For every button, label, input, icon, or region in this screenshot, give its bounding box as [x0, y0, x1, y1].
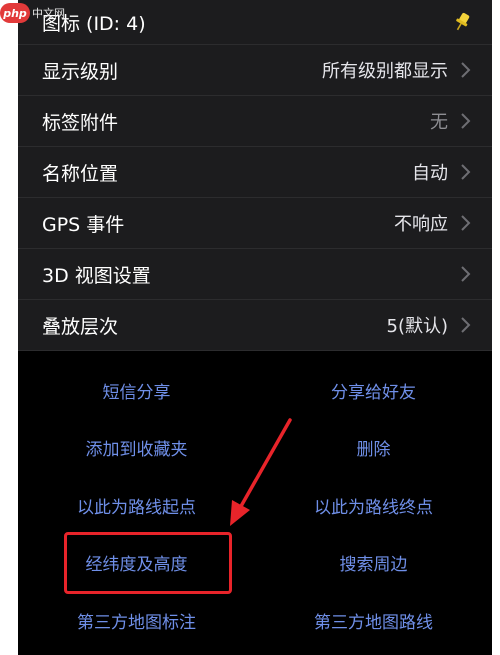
row-value: 自动 — [412, 163, 448, 184]
set-route-start-button[interactable]: 以此为路线起点 — [18, 493, 255, 518]
row-label: GPS 事件 — [42, 213, 125, 236]
search-nearby-button[interactable]: 搜索周边 — [255, 550, 492, 575]
settings-list: 图标 (ID: 4) 显示级别 所有级别都显示 标签附件 无 名称位置 自动 G… — [18, 0, 492, 351]
chevron-right-icon — [458, 265, 472, 283]
chevron-right-icon — [458, 316, 472, 334]
row-name-position[interactable]: 名称位置 自动 — [18, 147, 492, 198]
set-route-end-button[interactable]: 以此为路线终点 — [255, 493, 492, 518]
third-party-map-marker-button[interactable]: 第三方地图标注 — [18, 608, 255, 633]
row-gps-event[interactable]: GPS 事件 不响应 — [18, 198, 492, 249]
phone-screen: 图标 (ID: 4) 显示级别 所有级别都显示 标签附件 无 名称位置 自动 G… — [18, 0, 492, 655]
row-value: 不响应 — [394, 214, 448, 235]
watermark: php 中文网 — [0, 0, 70, 26]
chevron-right-icon — [458, 61, 472, 79]
share-to-friend-button[interactable]: 分享给好友 — [255, 378, 492, 403]
sms-share-button[interactable]: 短信分享 — [18, 378, 255, 403]
row-label-attachment[interactable]: 标签附件 无 — [18, 96, 492, 147]
row-label: 图标 (ID: 4) — [42, 12, 146, 35]
row-icon[interactable]: 图标 (ID: 4) — [18, 0, 492, 45]
row-value: 无 — [430, 112, 448, 133]
row-label: 名称位置 — [42, 162, 119, 185]
pin-icon — [452, 11, 472, 33]
row-stack-order[interactable]: 叠放层次 5(默认) — [18, 300, 492, 351]
row-label: 标签附件 — [42, 111, 119, 134]
php-logo-icon: php — [0, 3, 30, 23]
chevron-right-icon — [458, 112, 472, 130]
row-3d-view-settings[interactable]: 3D 视图设置 — [18, 249, 492, 300]
row-label: 显示级别 — [42, 60, 119, 83]
row-value: 5(默认) — [386, 316, 449, 337]
row-value: 所有级别都显示 — [322, 61, 448, 82]
chevron-right-icon — [458, 163, 472, 181]
chevron-right-icon — [458, 214, 472, 232]
delete-button[interactable]: 删除 — [255, 435, 492, 460]
row-label: 叠放层次 — [42, 315, 119, 338]
row-display-level[interactable]: 显示级别 所有级别都显示 — [18, 45, 492, 96]
row-label: 3D 视图设置 — [42, 264, 151, 287]
add-to-favorites-button[interactable]: 添加到收藏夹 — [18, 435, 255, 460]
highlight-box — [64, 532, 232, 594]
third-party-map-route-button[interactable]: 第三方地图路线 — [255, 608, 492, 633]
watermark-text: 中文网 — [32, 8, 65, 20]
